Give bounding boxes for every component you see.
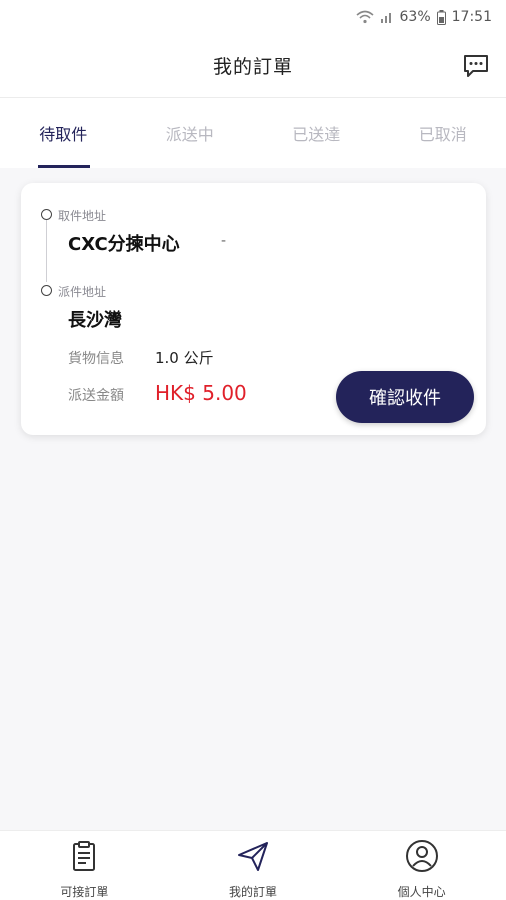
- fee-label: 派送金額: [68, 388, 124, 404]
- nav-label: 我的訂單: [229, 885, 278, 899]
- pickup-place: CXC分揀中心: [68, 234, 180, 255]
- tab-pending-pickup[interactable]: 待取件: [0, 98, 127, 168]
- nav-available-orders[interactable]: 可接訂單: [0, 831, 169, 900]
- route-line: [46, 220, 47, 282]
- wifi-icon: [355, 10, 374, 24]
- nav-label: 可接訂單: [60, 885, 109, 899]
- app-header: 我的訂單: [0, 34, 506, 98]
- bottom-nav: 可接訂單 我的訂單 個人中心: [0, 830, 506, 900]
- delivery-dot-icon: [41, 285, 52, 296]
- clipboard-icon: [67, 839, 101, 877]
- tab-delivering[interactable]: 派送中: [127, 98, 254, 168]
- goods-value: 1.0 公斤: [155, 349, 214, 367]
- clock: 17:51: [451, 9, 492, 25]
- tab-cancelled[interactable]: 已取消: [380, 98, 506, 168]
- signal-icon: [380, 10, 394, 24]
- goods-label: 貨物信息: [68, 351, 124, 367]
- confirm-receipt-button[interactable]: 確認收件: [336, 371, 474, 423]
- pickup-dot-icon: [41, 209, 52, 220]
- pickup-extra: -: [221, 233, 227, 249]
- tab-label: 待取件: [39, 125, 88, 144]
- battery-percent: 63%: [399, 9, 431, 25]
- delivery-place: 長沙灣: [68, 310, 122, 331]
- send-icon: [236, 839, 270, 877]
- tab-label: 派送中: [165, 125, 214, 144]
- delivery-label: 派件地址: [58, 285, 107, 299]
- user-circle-icon: [405, 839, 439, 877]
- nav-profile[interactable]: 個人中心: [337, 831, 506, 900]
- tab-label: 已送達: [292, 125, 341, 144]
- tab-delivered[interactable]: 已送達: [253, 98, 380, 168]
- fee-value: HK$ 5.00: [155, 381, 247, 405]
- status-bar: 63% 17:51: [0, 0, 506, 34]
- message-icon[interactable]: [462, 52, 490, 80]
- order-tabs: 待取件 派送中 已送達 已取消: [0, 98, 506, 168]
- nav-my-orders[interactable]: 我的訂單: [169, 831, 338, 900]
- tab-label: 已取消: [418, 125, 467, 144]
- page-title: 我的訂單: [212, 56, 293, 78]
- nav-label: 個人中心: [397, 885, 446, 899]
- battery-icon: [436, 9, 446, 25]
- pickup-label: 取件地址: [58, 209, 107, 223]
